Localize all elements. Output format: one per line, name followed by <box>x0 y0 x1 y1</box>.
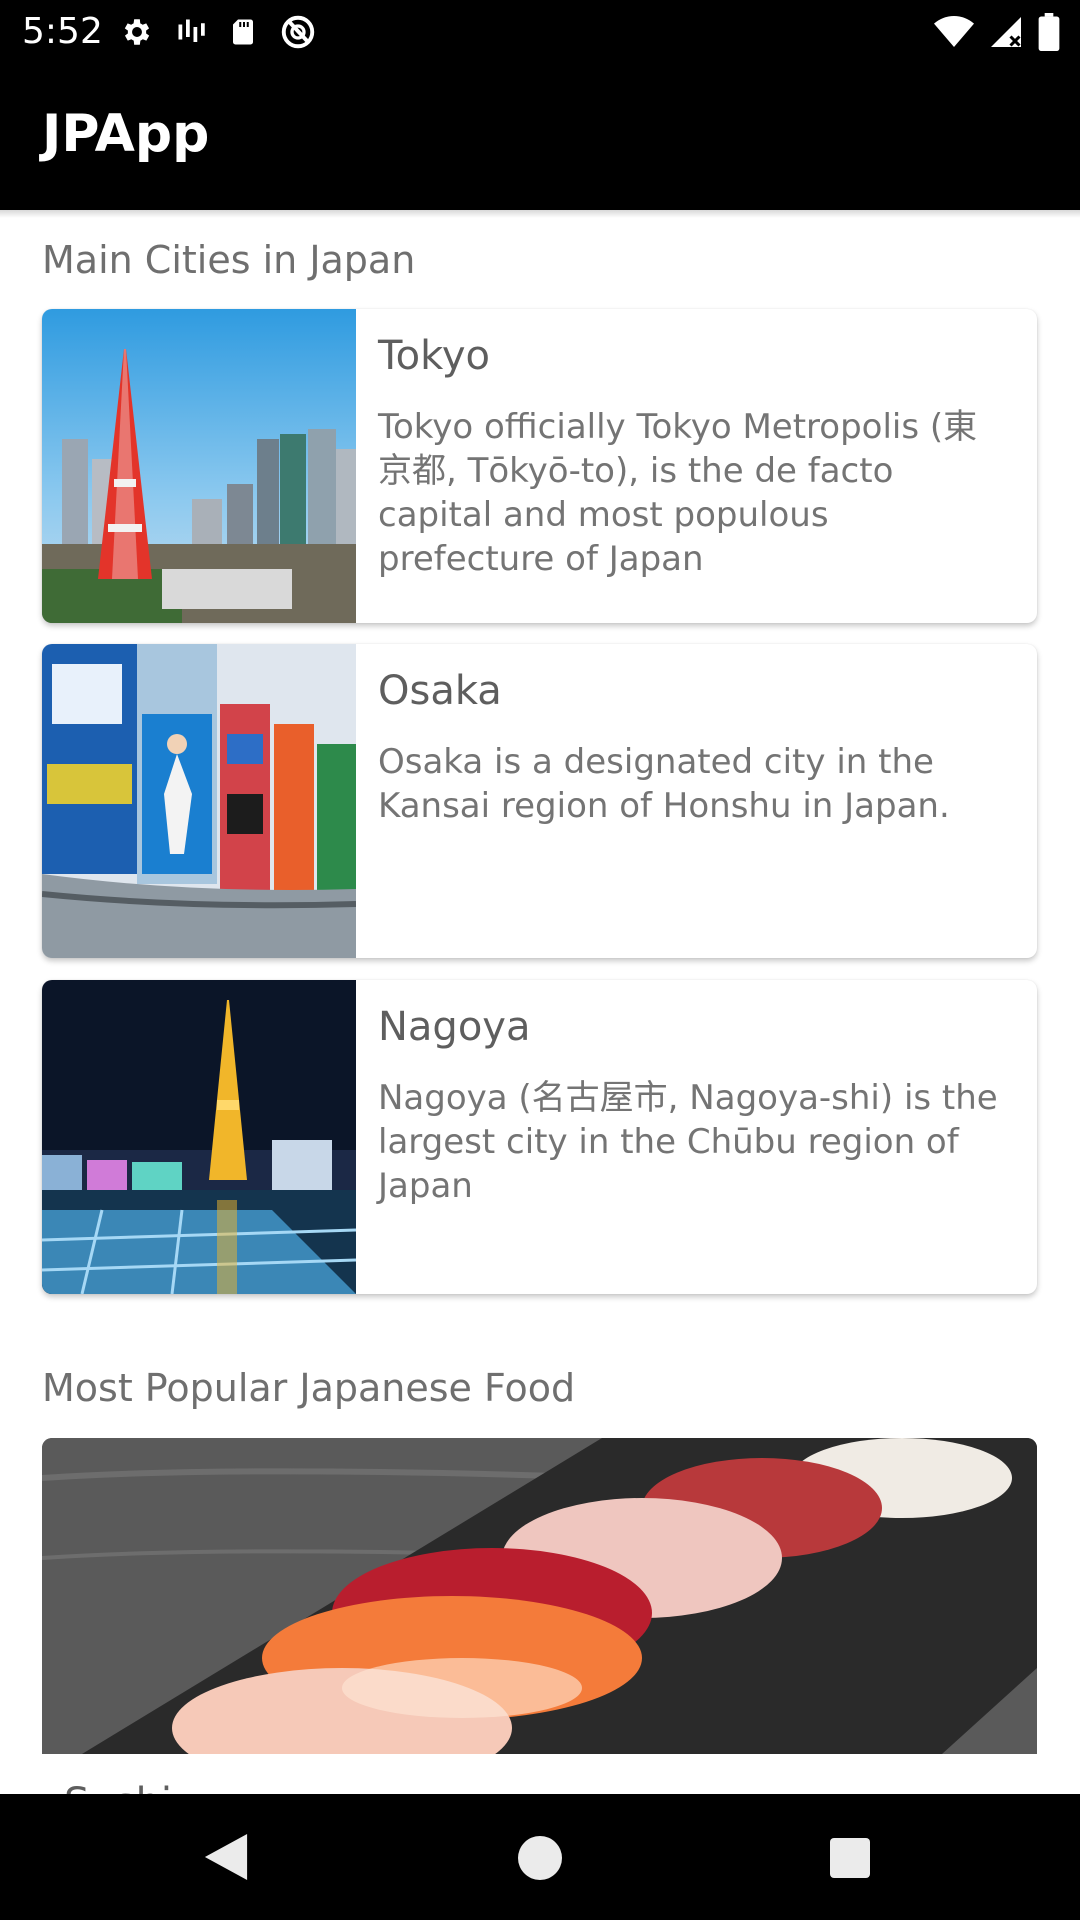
navigation-bar <box>0 1794 1080 1920</box>
tokyo-image <box>42 309 356 623</box>
city-name-osaka: Osaka <box>378 668 502 714</box>
status-icons-right <box>934 10 1060 54</box>
section-title-cities: Main Cities in Japan <box>42 238 416 282</box>
osaka-image <box>42 644 356 958</box>
sd-card-icon <box>233 19 253 45</box>
city-name-nagoya: Nagoya <box>378 1004 531 1050</box>
app-bar-shadow <box>0 210 1080 218</box>
status-time: 5:52 <box>22 11 103 52</box>
cellular-icon <box>991 17 1021 47</box>
city-desc-tokyo: Tokyo officially Tokyo Metropolis (東京都, … <box>378 407 978 579</box>
battery-icon <box>1038 13 1060 51</box>
sushi-image <box>42 1438 1037 1754</box>
food-card-sushi[interactable] <box>42 1438 1037 1754</box>
food-name-sushi: Sushi <box>64 1780 172 1794</box>
wifi-icon <box>934 16 974 47</box>
city-desc-osaka: Osaka is a designated city in the Kansai… <box>378 742 950 826</box>
city-name-tokyo: Tokyo <box>378 333 490 379</box>
nagoya-image <box>42 980 356 1294</box>
signal-bars-icon <box>178 19 205 42</box>
recents-icon[interactable] <box>830 1838 870 1878</box>
city-desc-nagoya: Nagoya (名古屋市, Nagoya-shi) is the largest… <box>378 1078 998 1206</box>
content-scroll[interactable]: Main Cities in Japan Tokyo Tokyo officia… <box>0 210 1080 1794</box>
city-card-nagoya[interactable]: Nagoya Nagoya (名古屋市, Nagoya-shi) is the … <box>42 980 1037 1294</box>
city-card-tokyo[interactable]: Tokyo Tokyo officially Tokyo Metropolis … <box>42 309 1037 623</box>
status-icons-left <box>120 10 316 54</box>
status-bar: 5:52 <box>0 0 1080 64</box>
city-card-osaka[interactable]: Osaka Osaka is a designated city in the … <box>42 644 1037 958</box>
app-title: JPApp <box>42 104 210 164</box>
back-icon[interactable] <box>204 1834 248 1880</box>
home-icon[interactable] <box>518 1836 562 1880</box>
do-not-disturb-icon <box>281 15 315 49</box>
section-title-food: Most Popular Japanese Food <box>42 1366 576 1410</box>
app-bar: JPApp <box>0 64 1080 210</box>
gear-icon <box>124 19 150 45</box>
